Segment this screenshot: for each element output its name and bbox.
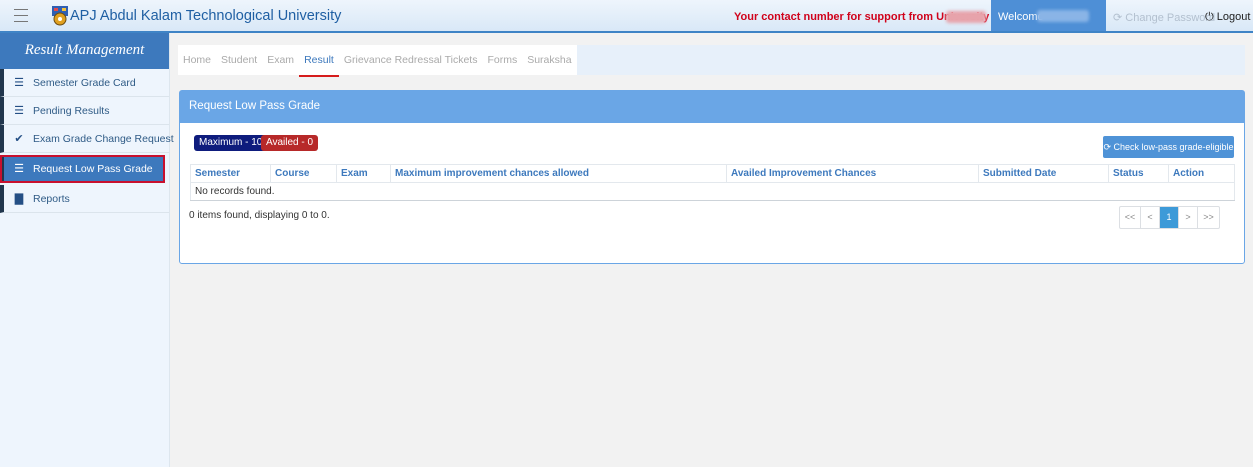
tab-home[interactable]: Home — [178, 45, 216, 75]
tab-exam[interactable]: Exam — [262, 45, 299, 75]
change-password-link[interactable]: ⟳ Change Password — [1113, 11, 1215, 24]
pager-last-button[interactable]: >> — [1198, 207, 1219, 228]
hamburger-menu-icon[interactable] — [14, 9, 28, 22]
app-title: APJ Abdul Kalam Technological University — [70, 8, 342, 24]
welcome-box: Welcome — [991, 0, 1106, 31]
request-low-pass-grade-panel: Request Low Pass Grade Maximum - 10 Avai… — [179, 90, 1245, 264]
logout-link[interactable]: ⏻ Logout — [1205, 11, 1250, 24]
university-logo-icon — [52, 6, 68, 26]
list-icon: ☰ — [14, 105, 24, 117]
nav-tabs: Home Student Exam Result Grievance Redre… — [178, 45, 1245, 77]
book-icon: ▇ — [14, 193, 24, 205]
sidebar-item-request-low-pass-grade[interactable]: ☰ Request Low Pass Grade — [0, 155, 165, 183]
items-found-summary: 0 items found, displaying 0 to 0. — [189, 210, 330, 221]
column-header-course[interactable]: Course — [270, 164, 337, 183]
table-row: No records found. — [190, 182, 1235, 201]
check-icon: ✔ — [14, 133, 24, 145]
top-header: APJ Abdul Kalam Technological University… — [0, 0, 1253, 33]
column-header-semester[interactable]: Semester — [190, 164, 271, 183]
panel-title: Request Low Pass Grade — [180, 91, 1244, 123]
sidebar-item-semester-grade-card[interactable]: ☰ Semester Grade Card — [0, 69, 169, 97]
sidebar-item-pending-results[interactable]: ☰ Pending Results — [0, 97, 169, 125]
list-icon: ☰ — [14, 163, 24, 175]
tab-suraksha[interactable]: Suraksha — [522, 45, 576, 75]
column-header-action: Action — [1168, 164, 1235, 183]
sidebar-item-label: Pending Results — [33, 105, 110, 117]
sidebar-item-label: Reports — [33, 193, 70, 205]
sidebar-item-label: Request Low Pass Grade — [33, 163, 153, 175]
requests-table: Semester Course Exam Maximum improvement… — [190, 164, 1235, 201]
sidebar-item-reports[interactable]: ▇ Reports — [0, 185, 169, 213]
tab-grievance-redressal-tickets[interactable]: Grievance Redressal Tickets — [339, 45, 483, 75]
pager-next-button[interactable]: > — [1179, 207, 1198, 228]
list-icon: ☰ — [14, 77, 24, 89]
column-header-availed-chances[interactable]: Availed Improvement Chances — [726, 164, 979, 183]
tab-student[interactable]: Student — [216, 45, 262, 75]
column-header-submitted-date[interactable]: Submitted Date — [978, 164, 1109, 183]
availed-badge: Availed - 0 — [261, 135, 319, 151]
check-eligible-button[interactable]: ⟳ Check low-pass grade-eligible — [1103, 136, 1234, 158]
sidebar-item-exam-grade-change-request[interactable]: ✔ Exam Grade Change Request — [0, 125, 174, 153]
sidebar: Result Management ☰ Semester Grade Card … — [0, 33, 174, 467]
sidebar-title: Result Management — [0, 33, 169, 69]
pagination: << < 1 > >> — [1119, 206, 1220, 229]
table-header-row: Semester Course Exam Maximum improvement… — [190, 164, 1235, 183]
sidebar-item-label: Exam Grade Change Request — [33, 133, 174, 145]
support-number-redacted — [946, 11, 986, 23]
sidebar-item-label: Semester Grade Card — [33, 77, 136, 89]
no-records-message: No records found. — [190, 182, 1235, 201]
column-header-status[interactable]: Status — [1108, 164, 1169, 183]
pager-first-button[interactable]: << — [1120, 207, 1141, 228]
username-redacted — [1037, 10, 1089, 22]
column-header-max-chances[interactable]: Maximum improvement chances allowed — [390, 164, 727, 183]
pager-prev-button[interactable]: < — [1141, 207, 1160, 228]
tab-result[interactable]: Result — [299, 45, 339, 77]
pager-page-button[interactable]: 1 — [1160, 207, 1179, 228]
tab-forms[interactable]: Forms — [482, 45, 522, 75]
column-header-exam[interactable]: Exam — [336, 164, 391, 183]
maximum-badge: Maximum - 10 — [194, 135, 268, 151]
